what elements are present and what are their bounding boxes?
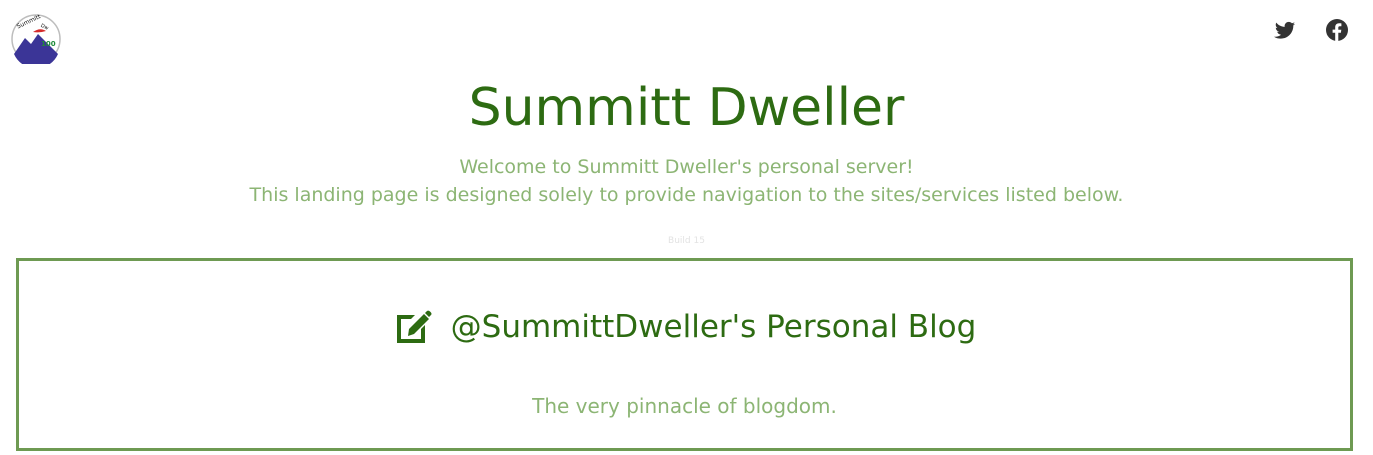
logo-badge-icon: Summitt Dw 100 <box>11 13 61 69</box>
twitter-link[interactable] <box>1273 18 1297 42</box>
blog-card[interactable]: @SummittDweller's Personal Blog The very… <box>16 258 1353 451</box>
summitt-dweller-logo[interactable]: Summitt Dw 100 <box>11 13 61 69</box>
facebook-link[interactable] <box>1325 18 1349 42</box>
social-links <box>1273 18 1349 42</box>
blog-card-header: @SummittDweller's Personal Blog <box>19 307 1350 347</box>
blog-card-title[interactable]: @SummittDweller's Personal Blog <box>451 307 977 347</box>
subtitle-line-1: Welcome to Summitt Dweller's personal se… <box>459 156 914 178</box>
page-title: Summitt Dweller <box>468 78 905 138</box>
edit-icon <box>396 310 432 343</box>
facebook-icon <box>1326 19 1348 41</box>
page-subtitle: Welcome to Summitt Dweller's personal se… <box>0 153 1373 209</box>
landing-page: Summitt Dw 100 Summitt Dweller Welcome t… <box>0 0 1373 455</box>
blog-card-description: The very pinnacle of blogdom. <box>532 394 837 418</box>
build-label: Build 15 <box>668 236 705 246</box>
twitter-icon <box>1274 21 1296 39</box>
svg-text:100: 100 <box>41 40 56 48</box>
subtitle-line-2: This landing page is designed solely to … <box>249 184 1124 206</box>
